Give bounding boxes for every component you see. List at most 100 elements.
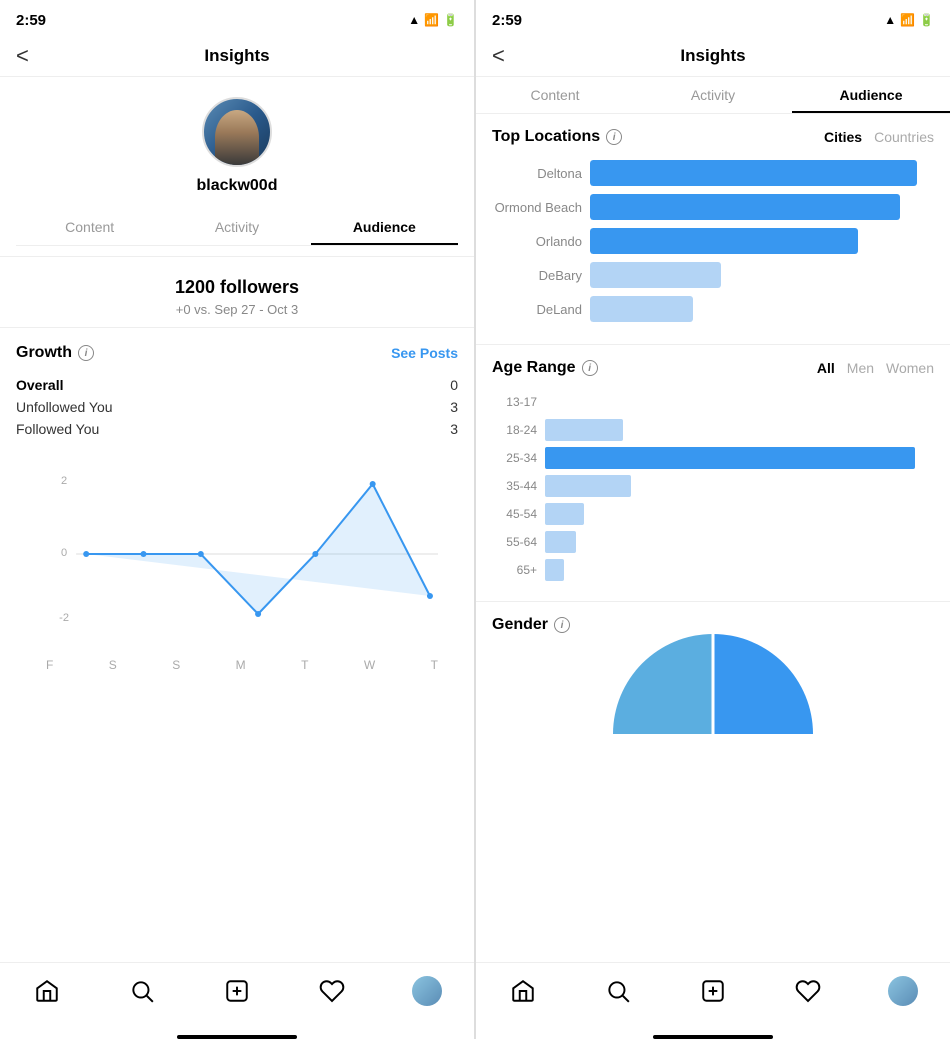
- status-bar-left: 2:59 ▲ 📶 🔋: [0, 0, 474, 36]
- location-bar-fill: [590, 228, 858, 254]
- left-panel: 2:59 ▲ 📶 🔋 < Insights blackw00d Content …: [0, 0, 475, 1039]
- locations-title: Top Locations i: [492, 128, 622, 146]
- svg-text:0: 0: [61, 547, 67, 559]
- unfollowed-label: Unfollowed You: [16, 399, 113, 415]
- battery-icon: 🔋: [443, 13, 458, 27]
- tab-audience-right[interactable]: Audience: [792, 77, 950, 113]
- nav-home-right[interactable]: [505, 973, 541, 1009]
- nav-profile-left[interactable]: [409, 973, 445, 1009]
- gender-title: Gender i: [492, 616, 934, 634]
- header-left: < Insights: [0, 36, 474, 77]
- age-label: 18-24: [492, 423, 537, 437]
- nav-search-left[interactable]: [124, 973, 160, 1009]
- bottom-nav-right: [476, 962, 950, 1029]
- overall-value: 0: [450, 377, 458, 393]
- wifi-icon: 📶: [424, 13, 439, 27]
- locations-toggle: Cities Countries: [824, 129, 934, 145]
- age-toggle: All Men Women: [817, 360, 934, 376]
- gender-info-icon: i: [554, 617, 570, 633]
- page-title-right: Insights: [680, 46, 745, 66]
- back-button-right[interactable]: <: [492, 43, 505, 69]
- followers-count: 1200 followers: [16, 277, 458, 298]
- nav-avatar-right: [888, 976, 918, 1006]
- age-bar-fill: [545, 531, 576, 553]
- toggle-men[interactable]: Men: [847, 360, 874, 376]
- age-bar-track: [545, 475, 934, 497]
- nav-heart-right[interactable]: [790, 973, 826, 1009]
- gender-chart: [492, 644, 934, 744]
- back-button-left[interactable]: <: [16, 43, 29, 69]
- nav-home-left[interactable]: [29, 973, 65, 1009]
- location-label: DeLand: [492, 302, 582, 317]
- age-label: 55-64: [492, 535, 537, 549]
- x-label-s1: S: [109, 658, 117, 672]
- x-label-s2: S: [172, 658, 180, 672]
- location-bar-track: [590, 296, 934, 322]
- profile-section: blackw00d Content Activity Audience: [0, 77, 474, 257]
- location-bar-ormond: Ormond Beach: [492, 194, 934, 220]
- nav-profile-right[interactable]: [885, 973, 921, 1009]
- growth-stats: Overall 0 Unfollowed You 3 Followed You …: [16, 374, 458, 440]
- tab-content-left[interactable]: Content: [16, 209, 163, 245]
- age-bar-track: [545, 503, 934, 525]
- tab-content-right[interactable]: Content: [476, 77, 634, 113]
- location-bar-deland: DeLand: [492, 296, 934, 322]
- growth-info-icon: i: [78, 345, 94, 361]
- nav-add-right[interactable]: [695, 973, 731, 1009]
- followers-compare: +0 vs. Sep 27 - Oct 3: [16, 302, 458, 317]
- status-bar-right: 2:59 ▲ 📶 🔋: [476, 0, 950, 36]
- location-label: Orlando: [492, 234, 582, 249]
- age-label: 45-54: [492, 507, 537, 521]
- x-label-t2: T: [431, 658, 438, 672]
- nav-add-left[interactable]: [219, 973, 255, 1009]
- toggle-women[interactable]: Women: [886, 360, 934, 376]
- svg-text:2: 2: [61, 475, 67, 487]
- locations-header: Top Locations i Cities Countries: [492, 128, 934, 146]
- age-label: 65+: [492, 563, 537, 577]
- home-bar-left: [177, 1035, 297, 1039]
- age-bar-13-17: 13-17: [492, 391, 934, 413]
- tab-activity-right[interactable]: Activity: [634, 77, 792, 113]
- header-right: < Insights: [476, 36, 950, 77]
- followed-label: Followed You: [16, 421, 99, 437]
- age-bar-fill: [545, 559, 564, 581]
- battery-icon-right: 🔋: [919, 13, 934, 27]
- age-range-section: Age Range i All Men Women 13-17 18-24 25…: [476, 345, 950, 602]
- toggle-all[interactable]: All: [817, 360, 835, 376]
- age-bar-track: [545, 559, 934, 581]
- tab-audience-left[interactable]: Audience: [311, 209, 458, 245]
- growth-section: Growth i See Posts Overall 0 Unfollowed …: [0, 328, 474, 962]
- location-label: Deltona: [492, 166, 582, 181]
- see-posts-button[interactable]: See Posts: [391, 345, 458, 361]
- tabs-right: Content Activity Audience: [476, 77, 950, 114]
- toggle-cities[interactable]: Cities: [824, 129, 862, 145]
- status-icons-right: ▲ 📶 🔋: [884, 13, 934, 27]
- age-label: 25-34: [492, 451, 537, 465]
- toggle-countries[interactable]: Countries: [874, 129, 934, 145]
- status-icons-left: ▲ 📶 🔋: [408, 13, 458, 27]
- nav-heart-left[interactable]: [314, 973, 350, 1009]
- nav-search-right[interactable]: [600, 973, 636, 1009]
- x-label-m: M: [236, 658, 246, 672]
- nav-avatar-left: [412, 976, 442, 1006]
- overall-row: Overall 0: [16, 374, 458, 396]
- status-time-left: 2:59: [16, 12, 46, 29]
- tabs-left: Content Activity Audience: [16, 209, 458, 246]
- growth-chart-svg: 2 0 -2: [46, 466, 438, 626]
- location-bar-fill: [590, 262, 721, 288]
- location-bar-track: [590, 160, 934, 186]
- location-label: DeBary: [492, 268, 582, 283]
- svg-text:-2: -2: [59, 612, 69, 624]
- username: blackw00d: [197, 177, 278, 195]
- signal-icon-right: ▲: [884, 13, 896, 27]
- age-bar-55-64: 55-64: [492, 531, 934, 553]
- gender-chart-svg: [613, 634, 813, 744]
- growth-chart: 2 0 -2: [16, 456, 458, 656]
- location-bar-track: [590, 228, 934, 254]
- unfollowed-row: Unfollowed You 3: [16, 396, 458, 418]
- wifi-icon-right: 📶: [900, 13, 915, 27]
- tab-activity-left[interactable]: Activity: [163, 209, 310, 245]
- age-bar-18-24: 18-24: [492, 419, 934, 441]
- age-label: 13-17: [492, 395, 537, 409]
- location-label: Ormond Beach: [492, 200, 582, 215]
